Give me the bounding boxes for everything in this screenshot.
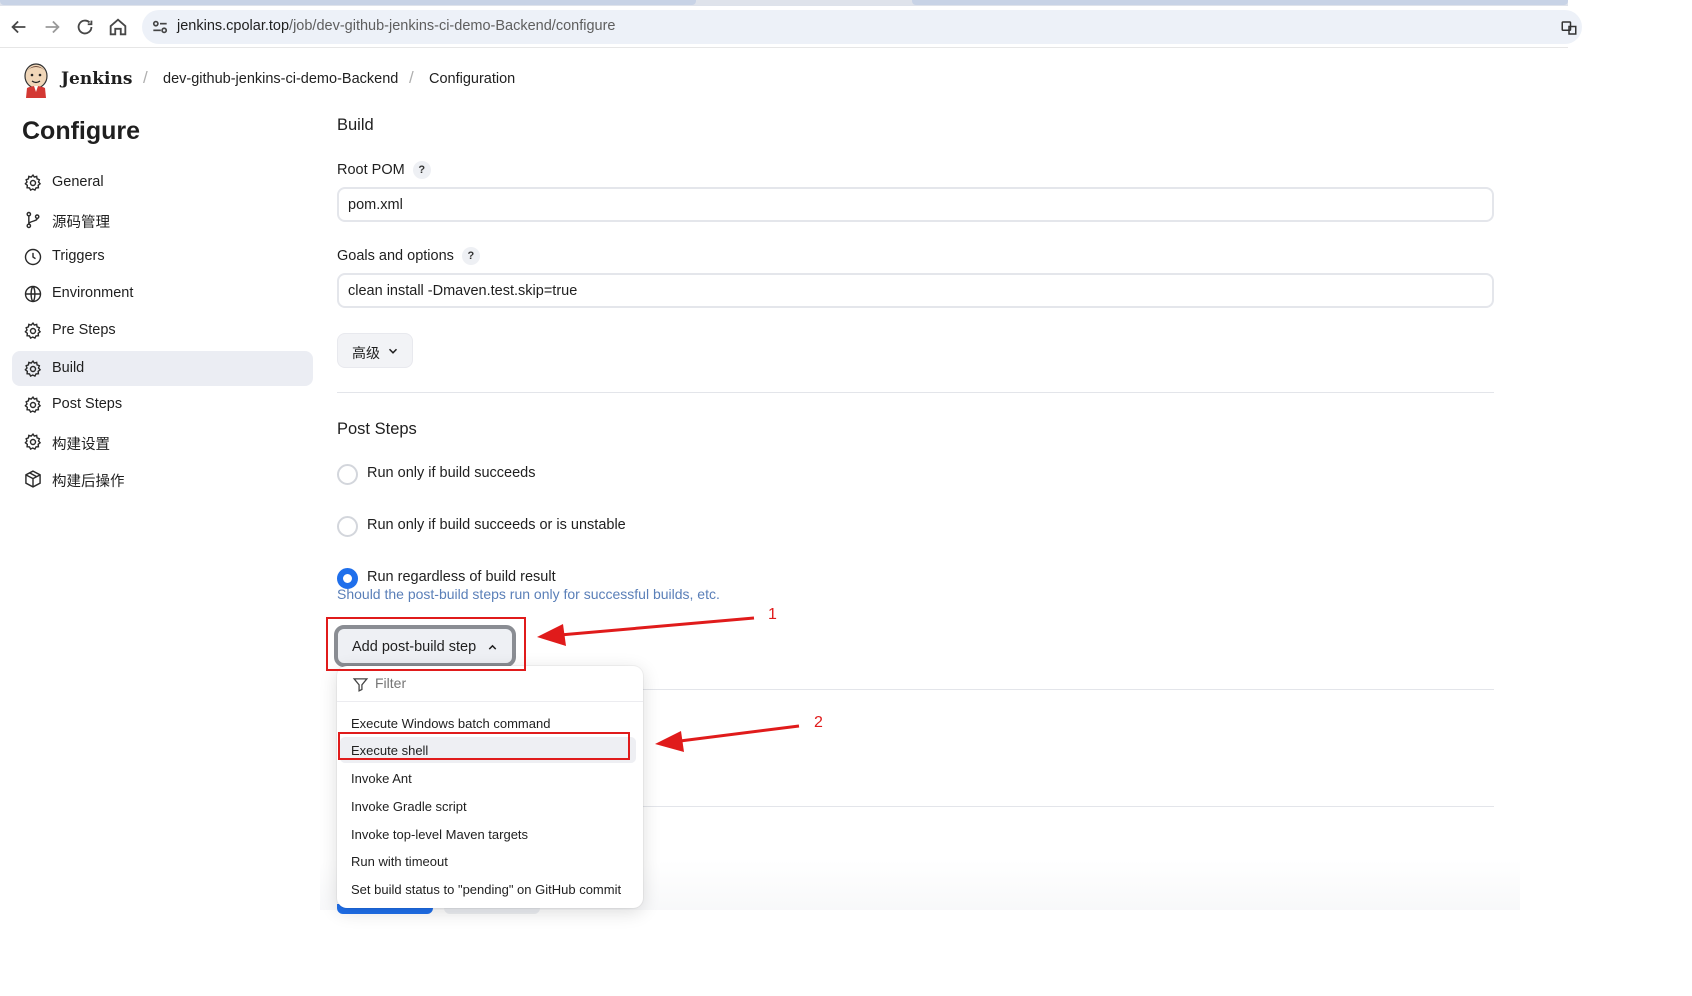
breadcrumb-separator: / — [143, 68, 148, 87]
sidebar-item-pre-steps[interactable]: Pre Steps — [12, 313, 313, 348]
page-title: Configure — [22, 117, 141, 145]
radio-label[interactable]: Run regardless of build result — [367, 569, 556, 585]
forward-icon[interactable] — [41, 16, 63, 38]
url-host: jenkins.cpolar.top — [177, 18, 290, 34]
jenkins-brand[interactable]: Jenkins — [61, 69, 132, 89]
breadcrumb-separator: / — [409, 68, 414, 87]
package-icon — [23, 469, 43, 489]
section-divider — [337, 392, 1494, 393]
filter-input[interactable] — [375, 675, 625, 691]
dropdown-item-label: Invoke Ant — [351, 771, 412, 786]
dropdown-item-label: Execute Windows batch command — [351, 716, 551, 731]
breadcrumb-configuration[interactable]: Configuration — [429, 71, 515, 87]
section-divider — [643, 689, 1494, 690]
help-icon[interactable]: ? — [461, 247, 480, 265]
home-icon[interactable] — [107, 16, 129, 38]
jenkins-logo[interactable] — [22, 62, 50, 98]
dropdown-item[interactable]: Run with timeout — [340, 848, 636, 874]
sidebar-item-environment[interactable]: Environment — [12, 276, 313, 311]
radio-label[interactable]: Run only if build succeeds — [367, 465, 535, 481]
root-pom-label-text: Root POM — [337, 162, 405, 178]
filter-icon — [352, 676, 369, 693]
dropdown-item-label: Run with timeout — [351, 854, 448, 869]
annotation-number-1: 1 — [768, 606, 777, 623]
gear-icon — [23, 359, 43, 379]
help-icon[interactable]: ? — [412, 161, 431, 179]
sidebar-item-label: Triggers — [52, 248, 105, 264]
goals-label-text: Goals and options — [337, 248, 454, 264]
sidebar-item-label: 构建设置 — [52, 437, 110, 453]
root-pom-label: Root POM? — [337, 161, 431, 179]
browser-tab[interactable] — [0, 0, 696, 5]
annotation-number-2: 2 — [814, 714, 823, 731]
advanced-label: 高级 — [352, 345, 380, 361]
dropdown-item-label: Invoke Gradle script — [351, 799, 467, 814]
sidebar-item-build[interactable]: Build — [12, 351, 313, 386]
sidebar-item-post-build-actions[interactable]: 构建后操作 — [12, 461, 313, 496]
url-path: /job/dev-github-jenkins-ci-demo-Backend/… — [289, 18, 616, 34]
gear-icon — [23, 173, 43, 193]
radio-label[interactable]: Run only if build succeeds or is unstabl… — [367, 517, 626, 533]
goals-input[interactable] — [337, 273, 1494, 308]
chevron-down-icon — [386, 344, 400, 358]
annotation-arrow-2 — [655, 724, 800, 752]
dropdown-item[interactable]: Invoke Gradle script — [340, 793, 636, 819]
reload-icon[interactable] — [74, 16, 96, 38]
sidebar-item-triggers[interactable]: Triggers — [12, 239, 313, 274]
section-title-build: Build — [337, 116, 374, 134]
url-text[interactable]: jenkins.cpolar.top/job/dev-github-jenkin… — [177, 18, 615, 34]
advanced-button[interactable]: 高级 — [337, 333, 413, 368]
dropdown-item-label: Set build status to "pending" on GitHub … — [351, 882, 622, 897]
sidebar-item-label: 构建后操作 — [52, 474, 125, 490]
annotation-box-1 — [326, 617, 526, 671]
gear-icon — [23, 321, 43, 341]
filter-row — [337, 666, 643, 702]
goals-label: Goals and options? — [337, 247, 480, 265]
sidebar-item-general[interactable]: General — [12, 165, 313, 200]
dropdown-item-label: Invoke top-level Maven targets — [351, 827, 529, 842]
section-divider — [643, 806, 1494, 807]
annotation-box-2 — [338, 732, 630, 760]
radio-build-succeeds[interactable] — [337, 464, 358, 485]
branch-icon — [23, 210, 43, 230]
sidebar-item-label: Environment — [52, 285, 134, 301]
post-steps-help-text: Should the post-build steps run only for… — [337, 586, 720, 602]
dropdown-item[interactable]: Invoke Ant — [340, 765, 636, 791]
site-info-icon[interactable] — [150, 17, 170, 37]
sidebar-item-label: General — [52, 174, 104, 190]
dropdown-item[interactable]: Invoke top-level Maven targets — [340, 821, 636, 847]
browser-tab[interactable] — [912, 0, 1568, 5]
post-build-step-dropdown: Execute Windows batch command Execute sh… — [337, 666, 643, 908]
sidebar-item-label: 源码管理 — [52, 215, 110, 231]
translate-icon[interactable] — [1560, 19, 1578, 37]
gear-icon — [23, 395, 43, 415]
clock-icon — [23, 247, 43, 267]
sidebar-item-label: Pre Steps — [52, 322, 116, 338]
address-bar[interactable]: jenkins.cpolar.top/job/dev-github-jenkin… — [142, 10, 1582, 44]
sidebar-item-post-steps[interactable]: Post Steps — [12, 387, 313, 422]
browser-toolbar: jenkins.cpolar.top/job/dev-github-jenkin… — [0, 6, 1582, 48]
breadcrumb-job[interactable]: dev-github-jenkins-ci-demo-Backend — [163, 71, 398, 87]
radio-succeeds-or-unstable[interactable] — [337, 516, 358, 537]
sidebar-item-label: Post Steps — [52, 396, 123, 412]
globe-icon — [23, 284, 43, 304]
dropdown-item[interactable]: Set build status to "pending" on GitHub … — [340, 876, 636, 902]
sidebar-item-build-settings[interactable]: 构建设置 — [12, 424, 313, 459]
annotation-arrow-1 — [537, 616, 755, 646]
gear-icon — [23, 432, 43, 452]
root-pom-input[interactable] — [337, 187, 1494, 222]
sidebar-item-label: Build — [52, 360, 85, 376]
page-header: Jenkins / dev-github-jenkins-ci-demo-Bac… — [0, 49, 1568, 111]
sidebar-item-scm[interactable]: 源码管理 — [12, 202, 313, 237]
back-icon[interactable] — [8, 16, 30, 38]
section-title-post-steps: Post Steps — [337, 420, 417, 438]
